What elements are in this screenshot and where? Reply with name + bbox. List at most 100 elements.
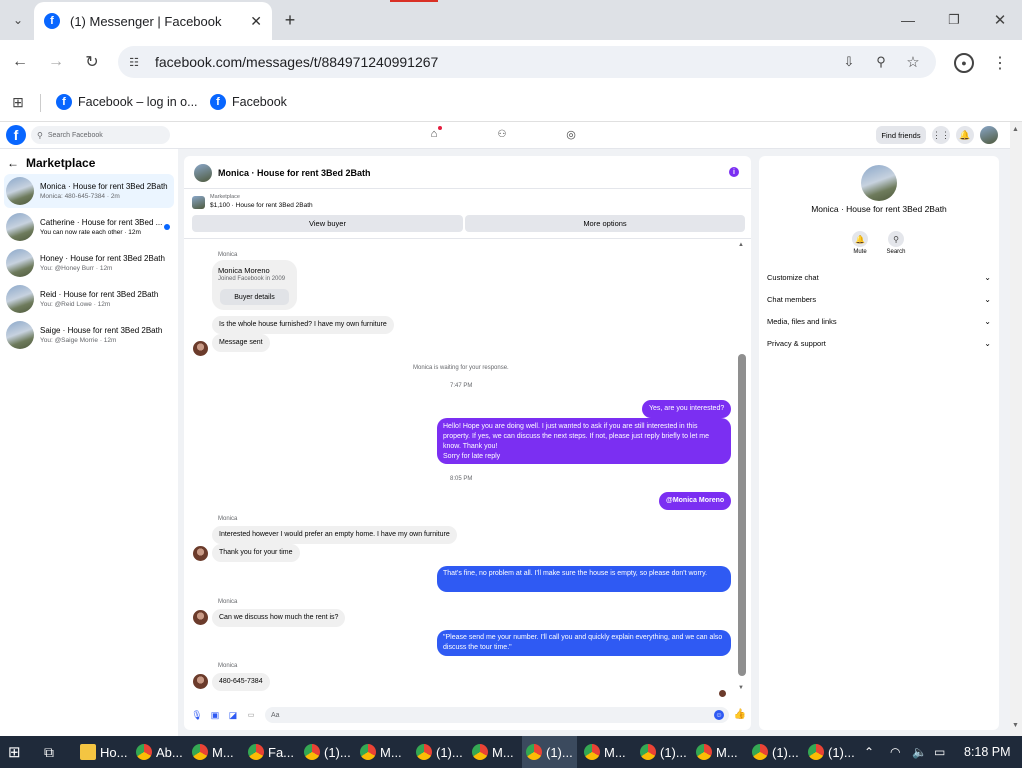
facebook-search-input[interactable]: ⚲ Search Facebook (31, 126, 170, 144)
minimize-icon[interactable]: — (898, 10, 918, 30)
conversation-item[interactable]: Catherine · House for rent 3Bed ... You … (4, 210, 174, 244)
site-info-icon[interactable]: ☷ (126, 54, 142, 70)
close-window-icon[interactable]: ✕ (990, 10, 1010, 30)
chat-avatar[interactable] (194, 164, 212, 182)
taskbar-app[interactable]: M... (696, 736, 738, 768)
facebook-favicon-icon: f (44, 13, 60, 29)
taskbar-app[interactable]: (1)... (416, 736, 463, 768)
view-buyer-button[interactable]: View buyer (192, 215, 463, 232)
conversation-item[interactable]: Honey · House for rent 3Bed 2Bath You: @… (4, 246, 174, 280)
profile-icon[interactable]: ● (954, 53, 974, 73)
address-bar[interactable]: ☷ facebook.com/messages/t/88497124099126… (118, 46, 936, 78)
scroll-down-icon[interactable]: ▼ (738, 685, 744, 691)
scrollbar-thumb[interactable] (738, 354, 746, 676)
chat-title[interactable]: Monica · House for rent 3Bed 2Bath (218, 168, 371, 178)
scroll-up-icon[interactable]: ▲ (738, 242, 744, 248)
chat-members-row[interactable]: Chat members ⌄ (767, 295, 991, 304)
more-options-button[interactable]: More options (465, 215, 745, 232)
chrome-menu-icon[interactable]: ⋮ (990, 53, 1010, 73)
active-tab[interactable]: f (1) Messenger | Facebook ✕ (34, 2, 272, 40)
outgoing-message: Yes, are you interested? (642, 400, 732, 418)
taskbar-app[interactable]: M... (472, 736, 514, 768)
listing-avatar (6, 285, 34, 313)
search-icon[interactable]: ⚲ (888, 231, 904, 247)
new-tab-icon[interactable]: + (280, 10, 300, 30)
back-icon[interactable]: ← (10, 52, 30, 72)
taskbar-app[interactable]: M... (192, 736, 234, 768)
photo-icon[interactable]: ▣ (210, 710, 220, 720)
task-view-button[interactable]: ⧉ (44, 736, 54, 768)
scroll-down-icon[interactable]: ▼ (1012, 722, 1019, 729)
facebook-logo-icon[interactable]: f (6, 125, 26, 145)
scroll-up-icon[interactable]: ▲ (1012, 126, 1019, 133)
tab-search-icon[interactable]: ⌄ (8, 10, 28, 30)
apps-grid-icon[interactable]: ⊞ (10, 94, 26, 110)
bookmark-star-icon[interactable]: ☆ (904, 53, 922, 71)
groups-icon[interactable]: ◎ (564, 127, 578, 141)
find-friends-button[interactable]: Find friends (876, 126, 926, 144)
menu-grid-icon[interactable]: ⋮⋮ (932, 126, 950, 144)
taskbar-app[interactable]: Ab... (136, 736, 183, 768)
reload-icon[interactable]: ↻ (82, 52, 102, 72)
microphone-icon[interactable]: 🎙 (191, 710, 202, 720)
conversation-item[interactable]: Monica · House for rent 3Bed 2Bath Monic… (4, 174, 174, 208)
incoming-message: Can we discuss how much the rent is? (212, 609, 346, 627)
back-arrow-icon[interactable]: ← (6, 156, 20, 170)
incoming-message: Is the whole house furnished? I have my … (212, 316, 394, 334)
taskbar-app[interactable]: M... (584, 736, 626, 768)
taskbar-app[interactable]: (1)... (808, 736, 855, 768)
chrome-icon (304, 744, 320, 760)
taskbar-app[interactable]: M... (360, 736, 402, 768)
message-input[interactable]: Aa (265, 707, 729, 723)
like-icon[interactable]: 👍 (734, 708, 746, 720)
messages-scrollbar[interactable]: ▲ ▼ (738, 242, 746, 694)
account-avatar[interactable] (980, 126, 998, 144)
buyer-details-button[interactable]: Buyer details (220, 289, 289, 305)
divider (40, 94, 41, 112)
zoom-icon[interactable]: ⚲ (872, 53, 890, 71)
wifi-icon[interactable]: ◠ (890, 736, 900, 768)
emoji-icon[interactable]: ☺ (714, 710, 724, 720)
taskbar-app[interactable]: (1)... (640, 736, 687, 768)
bell-icon[interactable]: 🔔 (956, 126, 974, 144)
conversation-preview: You: @Saige Morrie · 12m (40, 337, 117, 344)
listing-thumbnail[interactable] (192, 196, 205, 209)
conversation-item[interactable]: Reid · House for rent 3Bed 2Bath You: @R… (4, 282, 174, 316)
install-app-icon[interactable]: ⇩ (840, 53, 858, 71)
media-files-row[interactable]: Media, files and links ⌄ (767, 317, 991, 326)
battery-icon[interactable]: ▭ (934, 736, 945, 768)
taskbar-app[interactable]: (1)... (752, 736, 799, 768)
listing-avatar (6, 213, 34, 241)
bookmark-2[interactable]: f Facebook (210, 92, 287, 112)
friends-icon[interactable]: ⚇ (495, 127, 509, 141)
privacy-support-row[interactable]: Privacy & support ⌄ (767, 339, 991, 348)
listing-avatar (6, 177, 34, 205)
forward-icon[interactable]: → (46, 52, 66, 72)
gif-icon[interactable]: ▭ (246, 710, 256, 720)
taskbar-app[interactable]: Ho... (80, 736, 127, 768)
chrome-icon (696, 744, 712, 760)
chrome-icon (526, 744, 542, 760)
info-icon[interactable]: i (729, 167, 739, 177)
conversation-item[interactable]: Saige · House for rent 3Bed 2Bath You: @… (4, 318, 174, 352)
sidebar-title: Marketplace (26, 156, 96, 170)
taskbar-label: M... (604, 744, 626, 760)
taskbar-app[interactable]: (1)... (304, 736, 351, 768)
sender-name: Monica (218, 516, 238, 522)
system-tray-chevron-icon[interactable]: ⌃ (864, 736, 874, 768)
taskbar-label: Ho... (100, 744, 128, 760)
page-scrollbar[interactable]: ▲ ▼ (1010, 122, 1022, 736)
listing-summary[interactable]: $1,100 · House for rent 3Bed 2Bath (210, 202, 313, 209)
start-button[interactable]: ⊞ (8, 736, 21, 768)
chrome-icon (472, 744, 488, 760)
taskbar-app-active[interactable]: (1)... (522, 736, 577, 768)
close-tab-icon[interactable]: ✕ (250, 13, 262, 30)
customize-chat-row[interactable]: Customize chat ⌄ (767, 273, 991, 282)
taskbar-clock[interactable]: 8:18 PM (964, 736, 1011, 768)
taskbar-app[interactable]: Fa... (248, 736, 294, 768)
restore-icon[interactable]: ❐ (944, 10, 964, 30)
sticker-icon[interactable]: ◪ (228, 710, 238, 720)
volume-icon[interactable]: 🔈 (912, 736, 927, 768)
mute-bell-icon[interactable]: 🔔 (852, 231, 868, 247)
bookmark-1[interactable]: f Facebook – log in o... (56, 92, 198, 112)
